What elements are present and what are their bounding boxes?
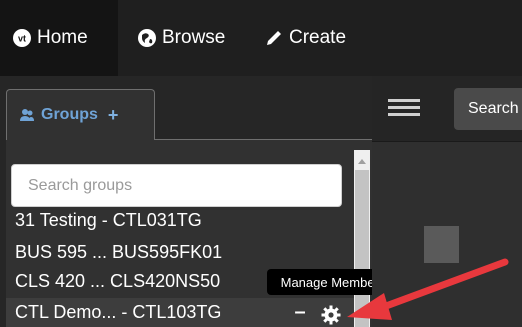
annotation-arrow-icon (347, 258, 509, 320)
